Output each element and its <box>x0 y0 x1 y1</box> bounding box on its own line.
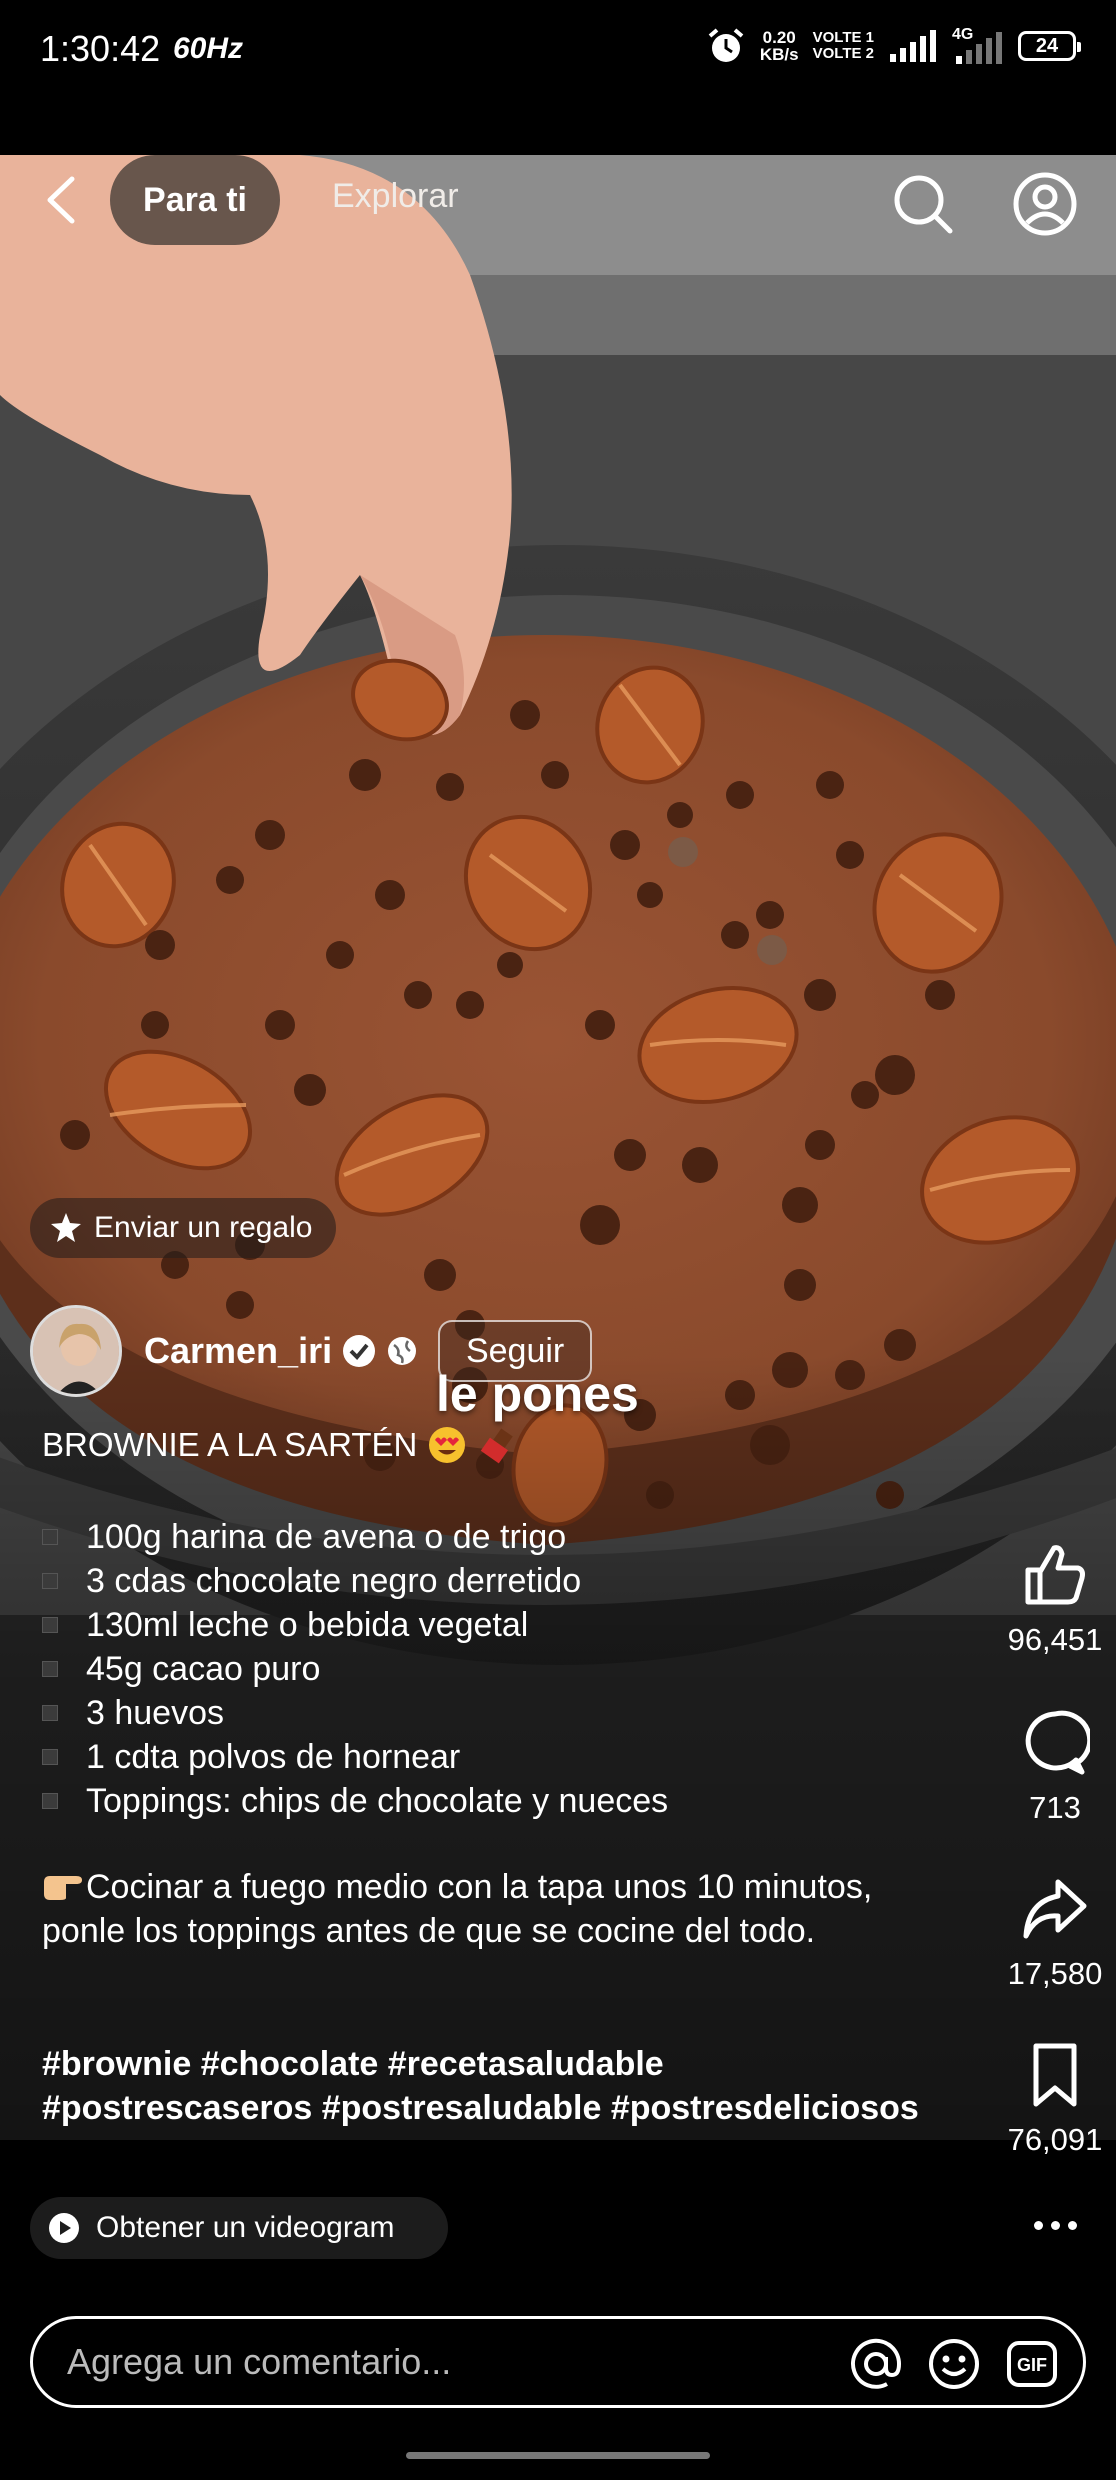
author-name[interactable]: Carmen_iri <box>144 1330 332 1372</box>
home-indicator[interactable] <box>406 2452 710 2459</box>
bullet-icon <box>42 1617 58 1633</box>
net-speed: 0.20 KB/s <box>760 29 799 63</box>
instructions-text: Cocinar a fuego medio con la tapa unos 1… <box>42 1868 873 1950</box>
svg-text:GIF: GIF <box>1017 2355 1047 2375</box>
comment-input[interactable]: Agrega un comentario... GIF <box>30 2316 1086 2408</box>
more-options-icon[interactable] <box>1025 2210 1085 2240</box>
pointing-hand-emoji-icon <box>44 1876 82 1900</box>
comment-action[interactable]: 713 <box>990 1708 1116 1826</box>
ingredient-text: 100g harina de avena o de trigo <box>86 1517 567 1556</box>
net-speed-value: 0.20 <box>762 28 796 47</box>
saves-count: 76,091 <box>1007 2122 1103 2157</box>
list-item: 3 cdas chocolate negro derretido <box>42 1559 668 1603</box>
get-videogram-button[interactable]: Obtener un videogram <box>30 2197 448 2259</box>
ingredient-text: Toppings: chips de chocolate y nueces <box>86 1781 669 1820</box>
tab-explorar[interactable]: Explorar <box>332 177 459 216</box>
share-action[interactable]: 17,580 <box>990 1874 1116 1992</box>
ingredient-text: 45g cacao puro <box>86 1649 321 1688</box>
net-speed-unit: KB/s <box>759 45 799 64</box>
ingredient-text: 3 huevos <box>86 1693 224 1732</box>
shares-count: 17,580 <box>1007 1956 1103 1991</box>
signal-icon <box>890 30 936 62</box>
volte-indicator: VOLTE 1 VOLTE 2 <box>813 30 874 62</box>
verified-icon <box>343 1335 376 1367</box>
list-item: 1 cdta polvos de hornear <box>42 1735 668 1779</box>
gift-icon <box>51 1213 81 1242</box>
bullet-icon <box>42 1661 58 1677</box>
network-4g-indicator: 4G <box>952 26 1004 66</box>
send-gift-label: Enviar un regalo <box>94 1211 313 1244</box>
like-action[interactable]: 96,451 <box>990 1540 1116 1658</box>
video-caption: le pones <box>436 1366 639 1422</box>
video-player[interactable] <box>0 155 1116 2140</box>
bookmark-icon[interactable] <box>1020 2040 1090 2110</box>
ingredient-list: 100g harina de avena o de trigo 3 cdas c… <box>42 1515 668 1823</box>
thumbs-up-icon[interactable] <box>1020 1540 1090 1610</box>
heart-eyes-emoji-icon <box>429 1427 466 1463</box>
battery-level: 24 <box>1035 34 1059 57</box>
comments-count: 713 <box>1029 1790 1081 1825</box>
instructions: Cocinar a fuego medio con la tapa unos 1… <box>42 1865 922 1953</box>
status-bar: 1:30:42 60Hz 0.20 KB/s VOLTE 1 VOLTE 2 4… <box>0 0 1116 100</box>
chocolate-bar-emoji-icon <box>481 1428 514 1464</box>
top-navigation: Para ti Explorar <box>0 155 1116 245</box>
ingredient-text: 130ml leche o bebida vegetal <box>86 1605 529 1644</box>
volte-1: VOLTE 1 <box>812 29 874 46</box>
emoji-icon[interactable] <box>925 2335 983 2393</box>
comment-tools: GIF <box>847 2335 1061 2393</box>
list-item: 45g cacao puro <box>42 1647 668 1691</box>
mention-icon[interactable] <box>847 2335 905 2393</box>
likes-count: 96,451 <box>1007 1622 1103 1657</box>
list-item: 100g harina de avena o de trigo <box>42 1515 668 1559</box>
battery-icon: 24 <box>1018 31 1081 61</box>
list-item: Toppings: chips de chocolate y nueces <box>42 1779 668 1823</box>
save-action[interactable]: 76,091 <box>990 2040 1116 2158</box>
videogram-label: Obtener un videogram <box>96 2211 395 2244</box>
alarm-icon <box>708 28 744 62</box>
search-icon[interactable] <box>890 171 956 237</box>
list-item: 130ml leche o bebida vegetal <box>42 1603 668 1647</box>
back-icon[interactable] <box>40 173 84 227</box>
videogram-play-icon <box>49 2213 79 2243</box>
bullet-icon <box>42 1705 58 1721</box>
hashtags[interactable]: #brownie #chocolate #recetasaludable #po… <box>42 2042 942 2130</box>
avatar[interactable] <box>30 1305 122 1397</box>
share-arrow-icon[interactable] <box>1020 1874 1090 1944</box>
profile-icon[interactable] <box>1012 171 1078 237</box>
post-title: BROWNIE A LA SARTÉN <box>42 1425 517 1465</box>
comment-placeholder: Agrega un comentario... <box>67 2341 452 2382</box>
gif-icon[interactable]: GIF <box>1003 2335 1061 2393</box>
list-item: 3 huevos <box>42 1691 668 1735</box>
globe-icon <box>388 1337 417 1365</box>
post-title-text: BROWNIE A LA SARTÉN <box>42 1426 418 1463</box>
comment-bubble-icon[interactable] <box>1020 1708 1090 1778</box>
volte-2: VOLTE 2 <box>812 45 874 62</box>
ingredient-text: 3 cdas chocolate negro derretido <box>86 1561 582 1600</box>
status-time: 1:30:42 <box>40 28 161 69</box>
bullet-icon <box>42 1793 58 1809</box>
tab-para-ti[interactable]: Para ti <box>110 155 280 245</box>
bullet-icon <box>42 1529 58 1545</box>
bullet-icon <box>42 1749 58 1765</box>
refresh-rate: 60Hz <box>173 32 244 65</box>
send-gift-button[interactable]: Enviar un regalo <box>30 1198 336 1258</box>
ingredient-text: 1 cdta polvos de hornear <box>86 1737 461 1776</box>
bullet-icon <box>42 1573 58 1589</box>
status-icons: 0.20 KB/s VOLTE 1 VOLTE 2 4G 24 <box>706 26 1081 66</box>
